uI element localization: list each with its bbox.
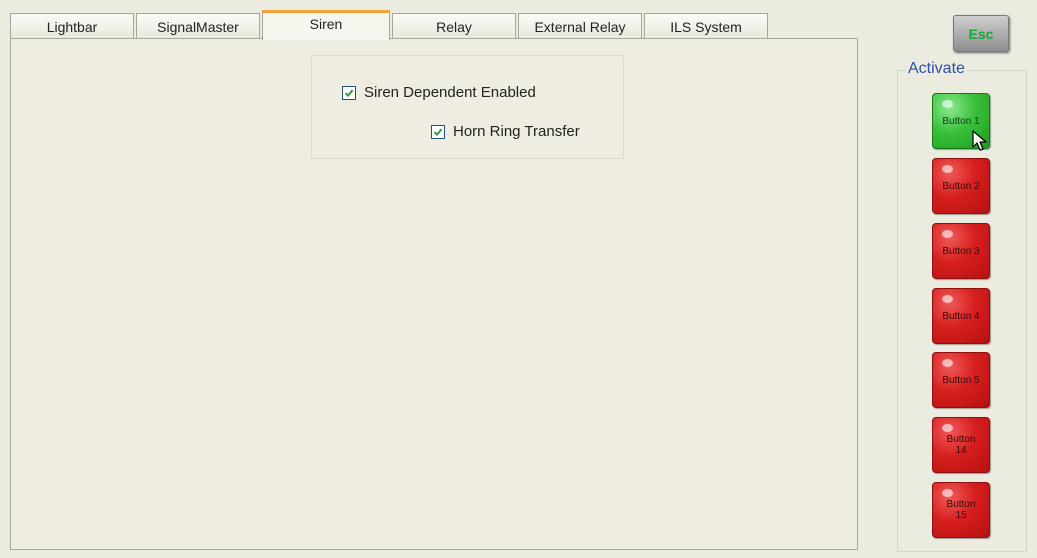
checkmark-icon	[433, 128, 443, 136]
checkmark-icon	[344, 89, 354, 97]
horn-ring-transfer-option[interactable]: Horn Ring Transfer	[431, 123, 580, 140]
tab-relay[interactable]: Relay	[392, 13, 516, 39]
siren-options-group: Siren Dependent Enabled Horn Ring Transf…	[311, 55, 624, 159]
activate-button-4[interactable]: Button 4	[932, 288, 990, 344]
activate-button-14[interactable]: Button 14	[932, 417, 990, 473]
activate-button-2[interactable]: Button 2	[932, 158, 990, 214]
mouse-cursor-icon	[972, 130, 987, 151]
activate-button-label: Button 15	[946, 499, 976, 521]
activate-button-label: Button 5	[942, 374, 980, 386]
shine-highlight	[942, 100, 953, 108]
shine-highlight	[942, 359, 953, 367]
esc-button[interactable]: Esc	[953, 15, 1009, 52]
tab-external-relay[interactable]: External Relay	[518, 13, 642, 39]
activate-button-label: Button 14	[946, 434, 976, 456]
horn-ring-transfer-label: Horn Ring Transfer	[453, 123, 580, 140]
siren-dependent-enabled-option[interactable]: Siren Dependent Enabled	[342, 84, 536, 101]
activate-button-15[interactable]: Button 15	[932, 482, 990, 538]
activate-button-5[interactable]: Button 5	[932, 352, 990, 408]
horn-ring-transfer-checkbox[interactable]	[431, 124, 445, 139]
tab-strip: Lightbar SignalMaster Siren Relay Extern…	[10, 10, 770, 40]
tab-siren[interactable]: Siren	[262, 10, 390, 40]
shine-highlight	[942, 165, 953, 173]
siren-dependent-enabled-checkbox[interactable]	[342, 85, 356, 100]
activate-button-label: Button 2	[942, 180, 980, 192]
siren-dependent-enabled-label: Siren Dependent Enabled	[364, 84, 536, 101]
tab-signalmaster[interactable]: SignalMaster	[136, 13, 260, 39]
activate-button-3[interactable]: Button 3	[932, 223, 990, 279]
activate-button-label: Button 1	[942, 115, 980, 127]
activate-button-label: Button 4	[942, 310, 980, 322]
shine-highlight	[942, 424, 953, 432]
shine-highlight	[942, 230, 953, 238]
siren-tab-panel: Siren Dependent Enabled Horn Ring Transf…	[10, 38, 858, 550]
activate-legend: Activate	[906, 60, 967, 78]
activate-button-label: Button 3	[942, 245, 980, 257]
shine-highlight	[942, 295, 953, 303]
shine-highlight	[942, 489, 953, 497]
tab-lightbar[interactable]: Lightbar	[10, 13, 134, 39]
tab-ils-system[interactable]: ILS System	[644, 13, 768, 39]
